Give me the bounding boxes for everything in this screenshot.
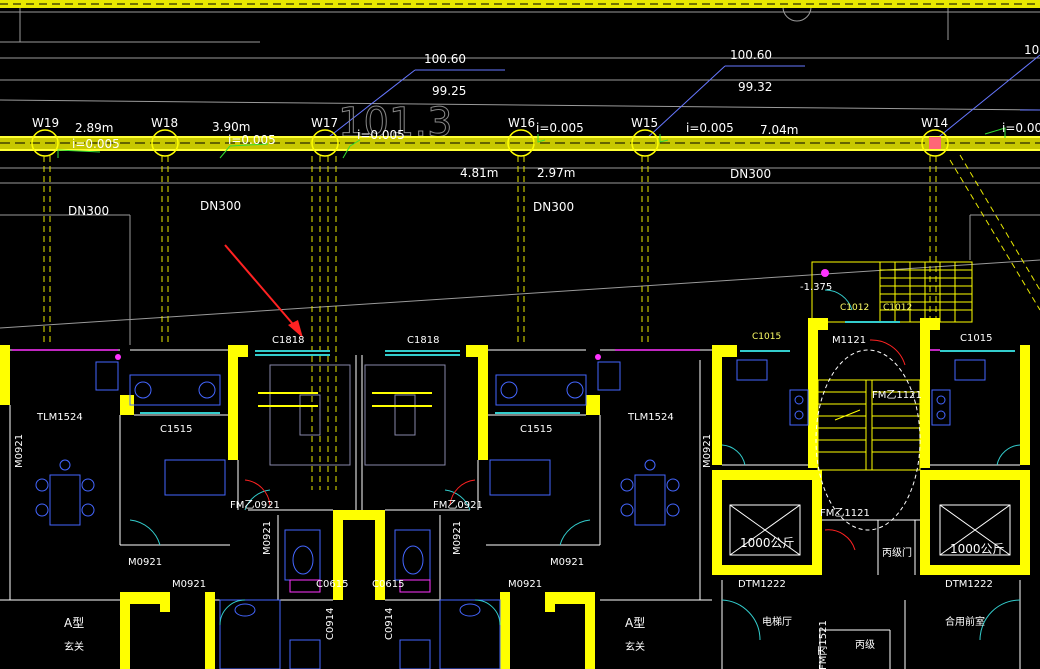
marker-dot xyxy=(821,269,829,277)
door-label-m0921-8: M0921 xyxy=(452,521,463,555)
pipe-size-label-3: DN300 xyxy=(730,167,771,181)
elevator-hall-label: 电梯厅 xyxy=(762,615,792,628)
elevator-capacity-left: 1000公斤 xyxy=(740,536,795,550)
grade-label-top-right: 100.60 xyxy=(730,48,772,62)
door-label-fm-0921-left: FM乙0921 xyxy=(230,499,280,511)
length-label-2: 3.90m xyxy=(212,120,250,134)
pipe-size-label-4: DN300 xyxy=(533,200,574,214)
door-label-dtm1222-left: DTM1222 xyxy=(738,579,786,590)
door-label-fm-1521: FM丙1521 xyxy=(818,620,829,669)
door-label-m0921-3: M0921 xyxy=(128,557,162,568)
sewer-pipe[interactable] xyxy=(0,136,1040,151)
manhole-label-w14: W14 xyxy=(921,116,948,130)
edge-label: 10 xyxy=(1024,43,1039,57)
door-label-m0921-1: M0921 xyxy=(14,434,25,468)
door-label-m0921-5: M0921 xyxy=(172,579,206,590)
window-label-c1012-left: C1012 xyxy=(840,303,869,313)
manhole-label-w15: W15 xyxy=(631,116,658,130)
pipe-size-label-1: DN300 xyxy=(68,204,109,218)
slope-label-5: i=0.005 xyxy=(686,121,734,135)
unit-type-right: A型 xyxy=(625,616,645,630)
slope-label-6: i=0.00 xyxy=(1002,121,1040,135)
slope-label-1: i=0.005 xyxy=(72,137,120,151)
window-label-c1015-left: C1015 xyxy=(752,332,781,342)
door-label-tlm1524-right: TLM1524 xyxy=(627,412,674,423)
door-label-c0615-left: C0615 xyxy=(316,579,348,590)
window-label-c1515-right: C1515 xyxy=(520,424,552,435)
manhole-label-w17: W17 xyxy=(311,116,338,130)
manhole-label-w19: W19 xyxy=(32,116,59,130)
door-label-m0921-2: M0921 xyxy=(702,434,713,468)
unit-type-left: A型 xyxy=(64,616,84,630)
entry-label-left: 玄关 xyxy=(64,640,84,653)
window-label-c1015-right: C1015 xyxy=(960,333,992,344)
entry-label-right: 玄关 xyxy=(625,640,645,653)
slope-label-2: i=0.005 xyxy=(228,133,276,147)
window-label-c1012-right: C1012 xyxy=(883,303,912,313)
door-label-c0914-left: C0914 xyxy=(325,608,336,640)
shared-lobby-label: 合用前室 xyxy=(945,615,985,628)
marker-dot xyxy=(115,354,121,360)
grade-label-bottom-right: 99.32 xyxy=(738,80,772,94)
small-items xyxy=(258,392,432,407)
length-label-4: 4.81m xyxy=(460,166,498,180)
door-label-tlm1524-left: TLM1524 xyxy=(36,412,83,423)
door-label-c0914-right: C0914 xyxy=(384,608,395,640)
manhole-label-w18: W18 xyxy=(151,116,178,130)
door-label-fm-0921-right: FM乙0921 xyxy=(433,499,483,511)
window-label-c1818-left: C1818 xyxy=(272,335,304,346)
site-lines xyxy=(0,0,1040,345)
top-boundary xyxy=(0,0,1040,8)
fire-door-label: 丙级门 xyxy=(882,546,912,559)
elevator-capacity-right: 1000公斤 xyxy=(950,542,1005,556)
walls xyxy=(0,318,1030,669)
length-label-5: 2.97m xyxy=(537,166,575,180)
grade-label-bottom-left: 99.25 xyxy=(432,84,466,98)
red-arrow-annotation xyxy=(224,244,303,338)
window-label-c1818-right: C1818 xyxy=(407,335,439,346)
grade-label-top-left: 100.60 xyxy=(424,52,466,66)
marker-dot xyxy=(595,354,601,360)
door-label-c0615-right: C0615 xyxy=(372,579,404,590)
manhole-label-w16: W16 xyxy=(508,116,535,130)
pipe-size-label-2: DN300 xyxy=(200,199,241,213)
length-label-1: 2.89m xyxy=(75,121,113,135)
toilet-markers xyxy=(289,579,431,593)
slope-label-3: i=0.005 xyxy=(357,128,405,142)
elevation-label: -1.375 xyxy=(800,282,832,293)
door-label-m0921-4: M0921 xyxy=(550,557,584,568)
fire-rating-label: 丙级 xyxy=(855,639,875,651)
door-label-fm-1121-b: FM乙1121 xyxy=(820,507,870,519)
slope-label-4: i=0.005 xyxy=(536,121,584,135)
door-label-m1121: M1121 xyxy=(832,335,866,346)
door-label-dtm1222-right: DTM1222 xyxy=(945,579,993,590)
door-label-fm-1121-a: FM乙1121 xyxy=(872,389,922,401)
door-label-m0921-6: M0921 xyxy=(508,579,542,590)
beds xyxy=(269,364,446,466)
cad-drawing-canvas[interactable]: 101.3 100.60 99.25 100.60 99.32 10 W19 W… xyxy=(0,0,1040,669)
length-label-3: 7.04m xyxy=(760,123,798,137)
window-label-c1515-left: C1515 xyxy=(160,424,192,435)
door-label-m0921-7: M0921 xyxy=(262,521,273,555)
